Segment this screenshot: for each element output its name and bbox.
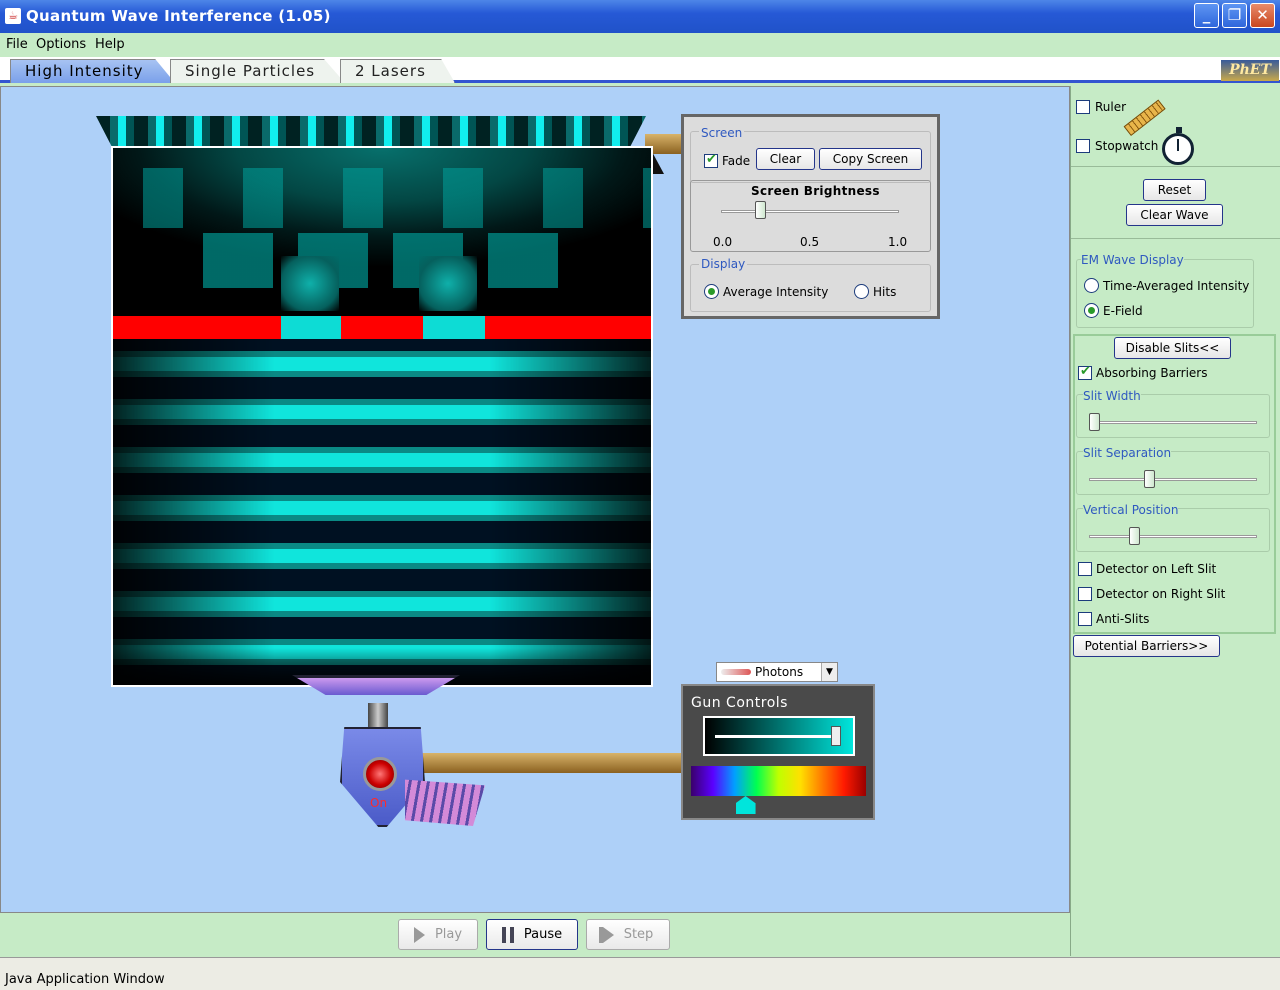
- screen-group-label: Screen: [699, 126, 745, 140]
- pause-label: Pause: [523, 927, 563, 942]
- status-text: Java Application Window: [5, 972, 165, 987]
- menu-file[interactable]: File: [6, 37, 28, 52]
- brightness-slider-thumb[interactable]: [754, 201, 766, 219]
- gun-controls-title: Gun Controls: [691, 695, 788, 711]
- brightness-tick-05: 0.5: [800, 235, 820, 249]
- tab-single-particles[interactable]: Single Particles: [170, 59, 345, 83]
- particle-type-value: Photons: [755, 665, 804, 679]
- hits-label: Hits: [873, 285, 897, 299]
- e-field-label: E-Field: [1103, 304, 1143, 318]
- minimize-button[interactable]: _: [1194, 3, 1219, 28]
- slit-separation-label: Slit Separation: [1083, 446, 1172, 460]
- photon-icon: [721, 669, 751, 675]
- java-app-icon: ☕: [5, 8, 21, 24]
- slit-width-label: Slit Width: [1083, 389, 1141, 403]
- fade-checkbox[interactable]: [704, 152, 718, 168]
- window-title: Quantum Wave Interference (1.05): [26, 7, 331, 25]
- close-button[interactable]: ✕: [1250, 3, 1275, 28]
- anti-slits-label: Anti-Slits: [1096, 612, 1150, 626]
- wavelength-slider-thumb[interactable]: [735, 796, 756, 814]
- detector-left-slit-label: Detector on Left Slit: [1096, 562, 1217, 576]
- gun-rod: [405, 753, 685, 773]
- title-bar: ☕ Quantum Wave Interference (1.05) _ ❐ ✕: [0, 0, 1280, 33]
- menu-bar: File Options Help: [0, 33, 1280, 57]
- step-icon: [602, 926, 614, 943]
- slit-width-slider-thumb[interactable]: [1089, 413, 1100, 431]
- anti-slits-checkbox[interactable]: [1078, 612, 1092, 626]
- gun-controls-panel: Gun Controls: [681, 684, 875, 820]
- detector-right-slit-label: Detector on Right Slit: [1096, 587, 1226, 601]
- stopwatch-label: Stopwatch: [1095, 139, 1159, 153]
- vertical-position-label: Vertical Position: [1083, 503, 1179, 517]
- detector-screen[interactable]: [96, 116, 646, 148]
- vertical-position-track[interactable]: [1089, 535, 1257, 538]
- stopwatch-icon: [1162, 127, 1194, 165]
- barrier-right: [485, 316, 651, 339]
- disable-slits-button[interactable]: Disable Slits<<: [1114, 337, 1231, 359]
- absorbing-barriers-checkbox[interactable]: [1078, 364, 1092, 380]
- barrier-middle: [341, 316, 423, 339]
- hits-radio[interactable]: [854, 284, 869, 299]
- wave-area[interactable]: [111, 146, 653, 687]
- fade-label: Fade: [722, 154, 751, 168]
- ruler-label: Ruler: [1095, 100, 1127, 114]
- reset-button[interactable]: Reset: [1143, 179, 1206, 201]
- play-icon: [413, 926, 425, 943]
- detector-left-slit-checkbox[interactable]: [1078, 562, 1092, 576]
- menu-help[interactable]: Help: [95, 37, 125, 52]
- absorbing-barriers-label: Absorbing Barriers: [1096, 366, 1208, 380]
- brightness-tick-0: 0.0: [713, 235, 733, 249]
- brightness-tick-1: 1.0: [888, 235, 908, 249]
- slit-separation-track[interactable]: [1089, 478, 1257, 481]
- step-label: Step: [623, 927, 654, 942]
- play-button[interactable]: Play: [398, 919, 478, 950]
- slit-left: [281, 316, 341, 339]
- right-control-panel: Ruler Stopwatch Reset Clear Wave EM Wave…: [1070, 86, 1280, 956]
- tab-high-intensity[interactable]: High Intensity: [10, 59, 175, 83]
- potential-barriers-button[interactable]: Potential Barriers>>: [1073, 635, 1220, 657]
- screen-control-panel: Screen Fade Clear Copy Screen Screen Bri…: [681, 114, 940, 319]
- display-group-label: Display: [699, 257, 748, 271]
- screen-brightness-title: Screen Brightness: [751, 184, 880, 198]
- chevron-down-icon[interactable]: ▼: [821, 663, 837, 681]
- step-button[interactable]: Step: [586, 919, 670, 950]
- pause-button[interactable]: Pause: [486, 919, 578, 950]
- clear-screen-button[interactable]: Clear: [756, 148, 815, 170]
- tab-strip: High Intensity Single Particles 2 Lasers: [0, 57, 1280, 83]
- particle-type-select[interactable]: Photons ▼: [716, 662, 838, 682]
- gun-on-label: On: [370, 796, 388, 810]
- clear-wave-button[interactable]: Clear Wave: [1126, 204, 1223, 226]
- ruler-checkbox[interactable]: [1076, 100, 1090, 114]
- menu-options[interactable]: Options: [36, 37, 86, 52]
- copy-screen-button[interactable]: Copy Screen: [819, 148, 922, 170]
- slit-width-track[interactable]: [1089, 421, 1257, 424]
- vertical-position-slider-thumb[interactable]: [1128, 527, 1140, 545]
- time-averaged-intensity-label: Time-Averaged Intensity: [1103, 279, 1250, 293]
- intensity-slider[interactable]: [703, 716, 855, 756]
- status-bar: Java Application Window: [0, 957, 1280, 990]
- wavelength-slider[interactable]: [691, 766, 866, 796]
- average-intensity-label: Average Intensity: [723, 285, 829, 299]
- slit-right: [423, 316, 485, 339]
- em-wave-display-label: EM Wave Display: [1081, 253, 1184, 267]
- barrier-left: [113, 316, 281, 339]
- phet-logo[interactable]: PhET: [1221, 60, 1279, 81]
- e-field-radio[interactable]: [1084, 303, 1099, 318]
- tab-2-lasers[interactable]: 2 Lasers: [340, 59, 455, 83]
- pause-icon: [501, 926, 514, 943]
- brightness-track[interactable]: [721, 210, 899, 213]
- average-intensity-radio[interactable]: [704, 284, 719, 299]
- time-averaged-intensity-radio[interactable]: [1084, 278, 1099, 293]
- stopwatch-checkbox[interactable]: [1076, 139, 1090, 153]
- play-label: Play: [434, 927, 463, 942]
- playback-controls: Play Pause Step: [0, 913, 1070, 957]
- ruler-icon: [1123, 99, 1166, 136]
- detector-right-slit-checkbox[interactable]: [1078, 587, 1092, 601]
- maximize-button[interactable]: ❐: [1222, 3, 1247, 28]
- slit-separation-slider-thumb[interactable]: [1144, 470, 1156, 488]
- gun-fire-button[interactable]: [363, 757, 397, 791]
